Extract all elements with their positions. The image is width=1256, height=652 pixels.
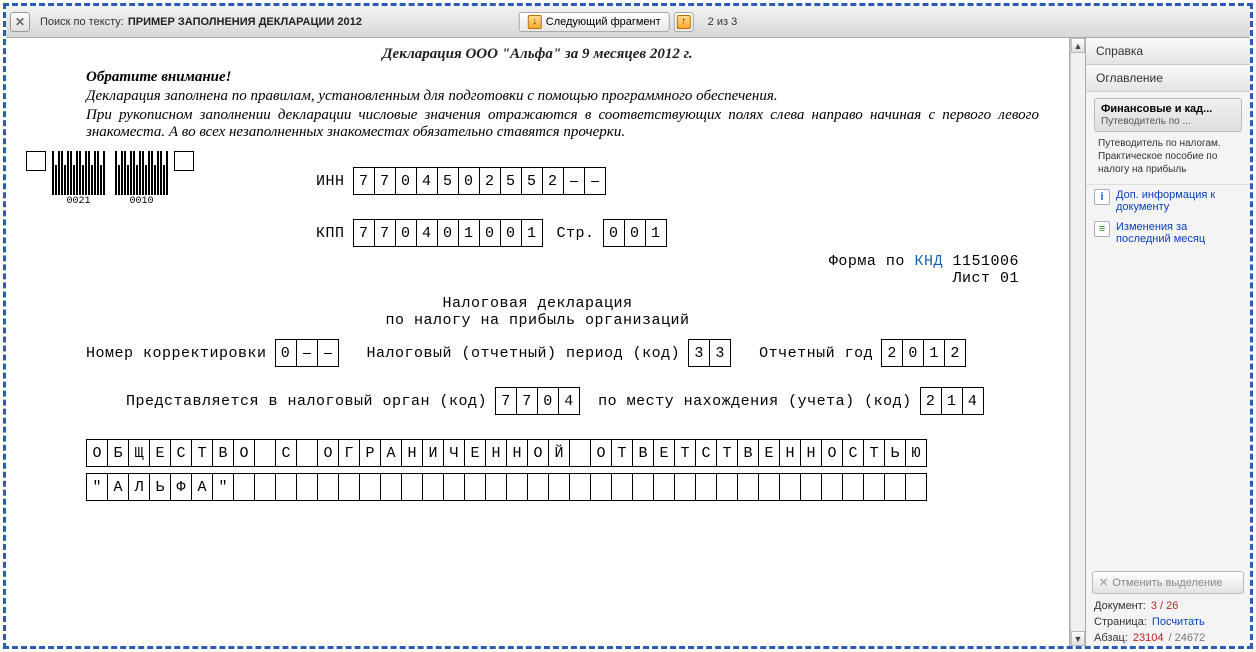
corr-cells: 0 bbox=[275, 339, 339, 367]
search-toolbar: ✕ Поиск по тексту: ПРИМЕР ЗАПОЛНЕНИЯ ДЕК… bbox=[6, 6, 1250, 38]
marker-square-right bbox=[174, 151, 194, 171]
cancel-selection-button[interactable]: ✕ Отменить выделение bbox=[1092, 571, 1244, 594]
kpp-label: КПП bbox=[316, 225, 345, 242]
organ-cells: 7704 bbox=[495, 387, 580, 415]
sidebar-toc[interactable]: Оглавление bbox=[1086, 65, 1250, 92]
org-name-row-1: ОБЩЕСТВОСОГРАНИЧЕННОЙОТВЕТСТВЕННОСТЬЮ bbox=[86, 439, 927, 467]
prev-fragment-button[interactable]: ↑ bbox=[674, 12, 694, 32]
corr-label: Номер корректировки bbox=[86, 345, 267, 362]
scroll-up-button[interactable]: ▲ bbox=[1071, 38, 1085, 53]
place-label: по месту нахождения (учета) (код) bbox=[598, 393, 912, 410]
period-label: Налоговый (отчетный) период (код) bbox=[367, 345, 681, 362]
cancel-icon: ✕ bbox=[1099, 576, 1108, 589]
arrow-down-icon: ↓ bbox=[528, 15, 542, 29]
inn-cells: 7704502552 bbox=[353, 167, 606, 195]
year-cells: 2012 bbox=[881, 339, 966, 367]
period-cells: 33 bbox=[688, 339, 731, 367]
year-label: Отчетный год bbox=[759, 345, 873, 362]
org-name-row-2: "АЛЬФА" bbox=[86, 473, 927, 501]
doc-scrollbar[interactable]: ▲ ▼ bbox=[1070, 38, 1085, 646]
sidebar-card[interactable]: Финансовые и кад... Путеводитель по ... bbox=[1094, 98, 1242, 132]
sidebar-card-desc: Путеводитель по налогам. Практическое по… bbox=[1094, 135, 1242, 178]
sidebar-changes-link[interactable]: ≡ Изменения за последний месяц bbox=[1086, 217, 1250, 249]
doc-title: Декларация ООО "Альфа" за 9 месяцев 2012… bbox=[26, 46, 1049, 63]
page-count-link[interactable]: Посчитать bbox=[1152, 616, 1205, 628]
organ-label: Представляется в налоговый орган (код) bbox=[126, 393, 487, 410]
sidebar-extra-info-link[interactable]: i Доп. информация к документу bbox=[1086, 185, 1250, 217]
next-fragment-button[interactable]: ↓ Следующий фрагмент bbox=[519, 12, 670, 32]
search-term: ПРИМЕР ЗАПОЛНЕНИЯ ДЕКЛАРАЦИИ 2012 bbox=[128, 16, 362, 28]
next-fragment-label: Следующий фрагмент bbox=[546, 16, 661, 28]
status-page: Страница: Посчитать bbox=[1086, 614, 1250, 630]
doc-note-rules: Декларация заполнена по правилам, устано… bbox=[86, 88, 1039, 105]
marker-square-left bbox=[26, 151, 46, 171]
scroll-down-button[interactable]: ▼ bbox=[1071, 631, 1085, 646]
page-cells-label: Стр. bbox=[557, 225, 595, 242]
place-cells: 214 bbox=[920, 387, 984, 415]
search-label: Поиск по тексту: bbox=[40, 16, 124, 28]
sidebar: Справка Оглавление Финансовые и кад... П… bbox=[1085, 38, 1250, 646]
changes-icon: ≡ bbox=[1094, 221, 1110, 237]
doc-attention: Обратите внимание! bbox=[86, 69, 1049, 86]
fragment-counter: 2 из 3 bbox=[708, 16, 738, 28]
page-cells: 001 bbox=[603, 219, 667, 247]
declaration-title: Налоговая декларация по налогу на прибыл… bbox=[26, 295, 1049, 329]
arrow-up-icon: ↑ bbox=[677, 15, 691, 29]
status-document: Документ: 3 / 26 bbox=[1086, 598, 1250, 614]
form-knd-line: Форма по КНД 1151006 bbox=[26, 253, 1019, 270]
sheet-label: Лист 01 bbox=[26, 270, 1019, 287]
inn-label: ИНН bbox=[316, 173, 345, 190]
document-viewport: Декларация ООО "Альфа" за 9 месяцев 2012… bbox=[6, 38, 1070, 646]
doc-note-manual: При рукописном заполнении декларации чис… bbox=[86, 107, 1039, 141]
close-search-button[interactable]: ✕ bbox=[10, 12, 30, 32]
kpp-cells: 770401001 bbox=[353, 219, 543, 247]
info-icon: i bbox=[1094, 189, 1110, 205]
status-paragraph: Абзац: 23104 / 24672 bbox=[1086, 630, 1250, 646]
sidebar-help[interactable]: Справка bbox=[1086, 38, 1250, 65]
